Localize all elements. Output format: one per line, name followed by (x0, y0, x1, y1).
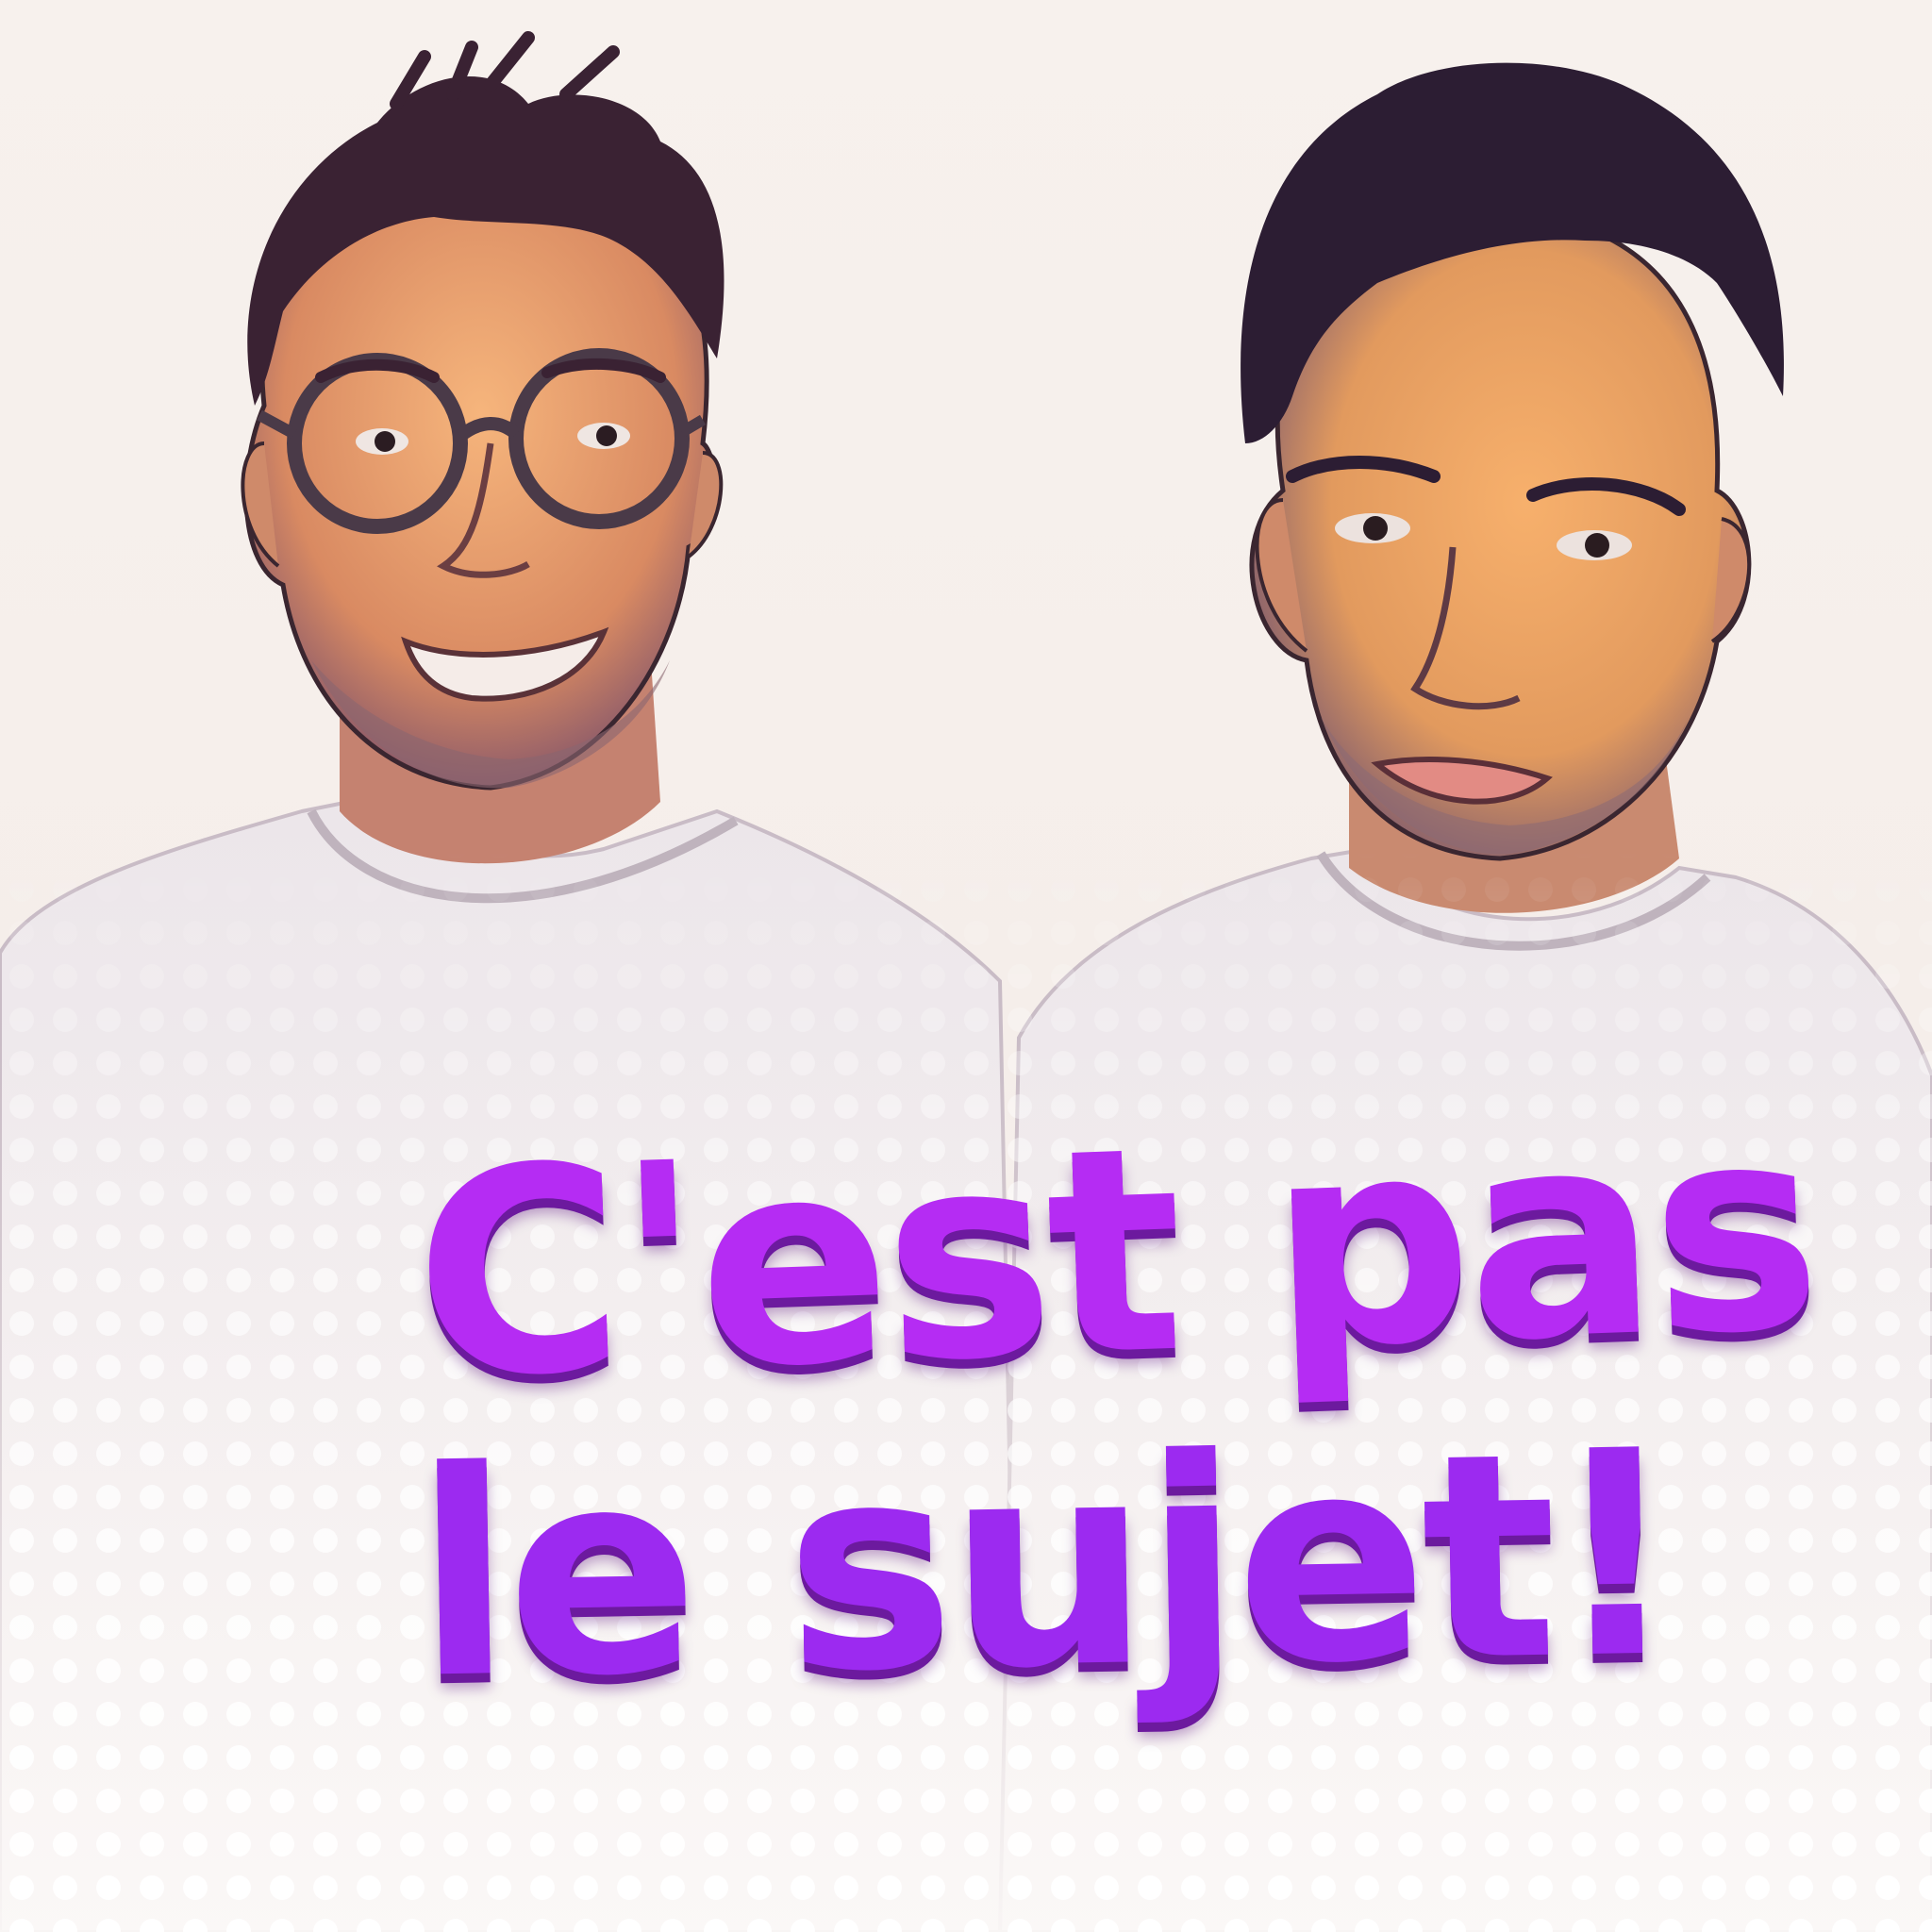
podcast-title-line-1: C'est pas (409, 1063, 1821, 1441)
podcast-cover: C'est pas le sujet! (0, 0, 1932, 1932)
podcast-title-line-2: le sujet! (412, 1390, 1678, 1741)
